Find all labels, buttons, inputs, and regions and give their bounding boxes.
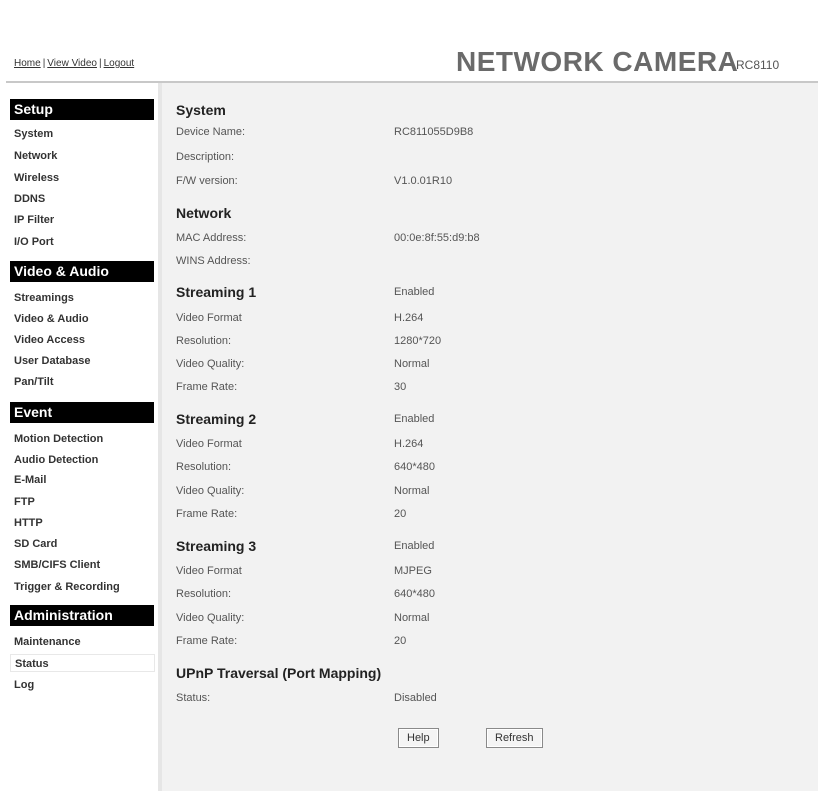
upnp-heading: UPnP Traversal (Port Mapping)	[176, 665, 382, 681]
sidebar-item-pan-tilt[interactable]: Pan/Tilt	[14, 376, 54, 388]
streaming-3-resolution-label: Resolution:	[176, 588, 232, 600]
streaming-2-quality-value: Normal	[394, 485, 430, 497]
streaming-2-format-label: Video Format	[176, 438, 242, 450]
model-name: RC8110	[736, 58, 780, 72]
streaming-1-format-value: H.264	[394, 312, 424, 324]
mac-address-label: MAC Address:	[176, 232, 247, 244]
streaming-1-resolution-value: 1280*720	[394, 335, 442, 347]
fw-version-label: F/W version:	[176, 175, 238, 187]
streaming-3-quality-label: Video Quality:	[176, 612, 245, 624]
sidebar-item-system[interactable]: System	[14, 128, 53, 140]
sidebar-item-log[interactable]: Log	[14, 679, 34, 691]
main-panel	[162, 83, 818, 791]
top-nav: Home | View Video | Logout	[14, 58, 134, 69]
description-label: Description:	[176, 151, 235, 163]
upnp-status-label: Status:	[176, 692, 211, 704]
sidebar-item-sd-card[interactable]: SD Card	[14, 538, 57, 550]
streaming-2-resolution-value: 640*480	[394, 461, 435, 473]
sidebar-item-video-access[interactable]: Video Access	[14, 334, 85, 346]
streaming-1-framerate-label: Frame Rate:	[176, 381, 238, 393]
streaming-2-resolution-label: Resolution:	[176, 461, 232, 473]
sidebar-item-email[interactable]: E-Mail	[14, 474, 46, 486]
mac-address-value: 00:0e:8f:55:d9:b8	[394, 232, 480, 244]
sidebar-item-wireless[interactable]: Wireless	[14, 172, 59, 184]
device-name-label: Device Name:	[176, 126, 246, 138]
streaming-3-resolution-value: 640*480	[394, 588, 435, 600]
sidebar-item-streamings[interactable]: Streamings	[14, 292, 74, 304]
streaming-1-resolution-label: Resolution:	[176, 335, 232, 347]
sidebar-item-smb-cifs-client[interactable]: SMB/CIFS Client	[14, 559, 100, 571]
streaming-2-quality-label: Video Quality:	[176, 485, 245, 497]
streaming-2-heading: Streaming 2	[176, 411, 257, 427]
sidebar-item-maintenance[interactable]: Maintenance	[14, 636, 81, 648]
streaming-3-format-value: MJPEG	[394, 565, 432, 577]
streaming-1-state: Enabled	[394, 286, 435, 298]
streaming-1-framerate-value: 30	[394, 381, 407, 393]
streaming-3-state: Enabled	[394, 540, 435, 552]
system-heading: System	[176, 102, 226, 118]
streaming-2-state: Enabled	[394, 413, 435, 425]
streaming-3-framerate-value: 20	[394, 635, 407, 647]
streaming-2-framerate-value: 20	[394, 508, 407, 520]
network-heading: Network	[176, 205, 232, 221]
sidebar-item-video-audio[interactable]: Video & Audio	[14, 313, 89, 325]
sidebar-item-ftp[interactable]: FTP	[14, 496, 35, 508]
sidebar-section-event: Event	[10, 402, 154, 423]
sidebar-item-http[interactable]: HTTP	[14, 517, 43, 529]
sidebar-section-administration: Administration	[10, 605, 154, 626]
device-name-value: RC811055D9B8	[394, 126, 474, 138]
sidebar-item-trigger-recording[interactable]: Trigger & Recording	[14, 581, 120, 593]
nav-view-video-link[interactable]: View Video	[47, 58, 97, 69]
nav-logout-link[interactable]: Logout	[104, 58, 135, 69]
sidebar-item-user-database[interactable]: User Database	[14, 355, 90, 367]
sidebar-item-network[interactable]: Network	[14, 150, 57, 162]
streaming-1-heading: Streaming 1	[176, 284, 257, 300]
sidebar-item-motion-detection[interactable]: Motion Detection	[14, 433, 103, 445]
streaming-1-quality-value: Normal	[394, 358, 430, 370]
sidebar-item-io-port[interactable]: I/O Port	[14, 236, 54, 248]
streaming-3-framerate-label: Frame Rate:	[176, 635, 238, 647]
streaming-3-heading: Streaming 3	[176, 538, 257, 554]
upnp-status-value: Disabled	[394, 692, 437, 704]
sidebar-item-audio-detection[interactable]: Audio Detection	[14, 454, 98, 466]
help-button[interactable]: Help	[398, 728, 439, 748]
nav-separator: |	[98, 58, 102, 69]
streaming-1-quality-label: Video Quality:	[176, 358, 245, 370]
streaming-1-format-label: Video Format	[176, 312, 242, 324]
wins-address-label: WINS Address:	[176, 255, 251, 267]
nav-home-link[interactable]: Home	[14, 58, 41, 69]
streaming-2-format-value: H.264	[394, 438, 424, 450]
streaming-2-framerate-label: Frame Rate:	[176, 508, 238, 520]
streaming-3-format-label: Video Format	[176, 565, 242, 577]
sidebar-item-ddns[interactable]: DDNS	[14, 193, 45, 205]
sidebar-section-setup: Setup	[10, 99, 154, 120]
refresh-button[interactable]: Refresh	[486, 728, 543, 748]
nav-separator: |	[42, 58, 46, 69]
streaming-3-quality-value: Normal	[394, 612, 430, 624]
sidebar-item-ip-filter[interactable]: IP Filter	[14, 214, 54, 226]
fw-version-value: V1.0.01R10	[394, 175, 453, 187]
brand-title: NETWORK CAMERA	[456, 46, 739, 77]
sidebar-section-video-audio: Video & Audio	[10, 261, 154, 282]
sidebar-item-status[interactable]: Status	[10, 654, 155, 672]
